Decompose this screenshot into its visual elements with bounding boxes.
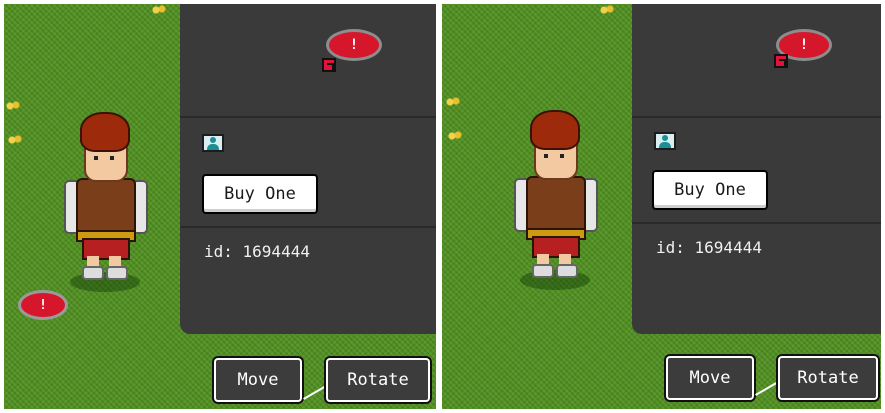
arrow-icon [303,386,325,400]
flower-icon [150,4,168,16]
avatar-shoe [532,264,554,278]
avatar-shoe [106,266,128,280]
external-link-icon[interactable] [774,54,788,68]
furni-info-panel: ! Buy One id: 1694444 [180,4,436,334]
divider [632,222,881,224]
divider [180,226,436,228]
divider [180,116,436,118]
flower-icon [598,4,616,16]
avatar[interactable] [64,112,148,292]
badge-mark: ! [799,37,809,53]
badge-mark: ! [39,297,47,313]
buy-one-button[interactable]: Buy One [652,170,768,210]
furni-info-panel: ! Buy One id: 1694444 [632,4,881,334]
user-icon[interactable] [654,132,676,150]
room-view-left: ! ! Buy One id: 1694444 Move Rotate [4,4,436,409]
rotate-button[interactable]: Rotate [778,356,878,400]
avatar-shoe [556,264,578,278]
flower-icon [446,130,464,142]
user-icon[interactable] [202,134,224,152]
rotate-button[interactable]: Rotate [326,358,430,402]
external-link-icon[interactable] [322,58,336,72]
badge-icon: ! [326,29,382,61]
buy-one-button[interactable]: Buy One [202,174,318,214]
badge-mark: ! [349,37,359,53]
move-button[interactable]: Move [666,356,754,400]
room-view-right: ! Buy One id: 1694444 Move Rotate [442,4,881,409]
divider [632,116,881,118]
avatar[interactable] [514,110,598,290]
furni-id-text: id: 1694444 [204,242,310,261]
flower-icon [6,134,24,146]
avatar-shoe [82,266,104,280]
avatar-hat [530,110,580,150]
ground-badge-icon[interactable]: ! [18,290,68,320]
move-button[interactable]: Move [214,358,302,402]
avatar-shadow [520,270,590,290]
avatar-shadow [70,272,140,292]
arrow-icon [755,382,777,396]
flower-icon [444,96,462,108]
furni-id-text: id: 1694444 [656,238,762,257]
flower-icon [4,100,22,112]
avatar-hat [80,112,130,152]
